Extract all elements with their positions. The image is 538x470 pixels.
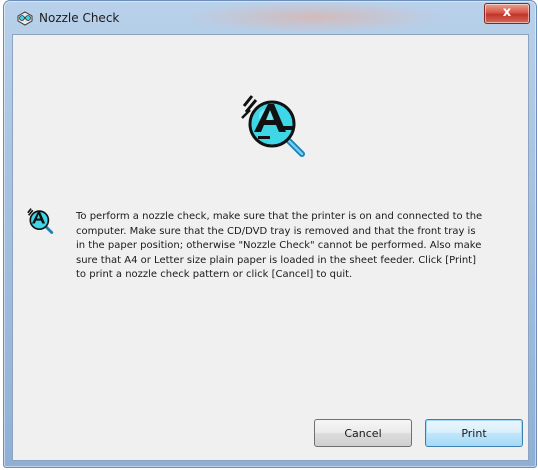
title-bar-glow xyxy=(184,1,444,33)
title-bar[interactable]: Nozzle Check x xyxy=(4,1,536,35)
nozzle-check-magnifier-icon xyxy=(26,207,56,235)
print-button[interactable]: Print xyxy=(425,419,523,447)
nozzle-check-magnifier-icon xyxy=(240,92,312,160)
printer-check-icon xyxy=(16,10,34,26)
close-button[interactable]: x xyxy=(484,3,530,24)
dialog-body: To perform a nozzle check, make sure tha… xyxy=(12,34,529,461)
window-title: Nozzle Check xyxy=(39,11,120,25)
close-icon: x xyxy=(502,5,512,20)
instruction-text: To perform a nozzle check, make sure tha… xyxy=(76,211,483,280)
cancel-button[interactable]: Cancel xyxy=(314,419,412,447)
nozzle-check-dialog: Nozzle Check x To perform a nozzle check… xyxy=(3,0,537,468)
